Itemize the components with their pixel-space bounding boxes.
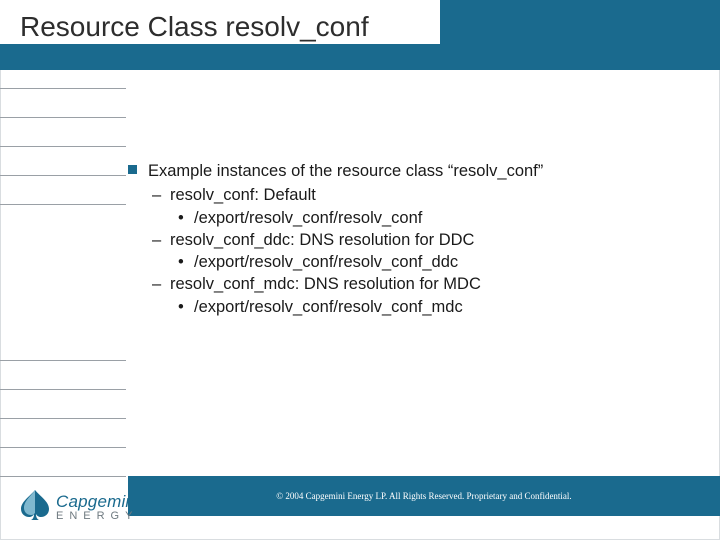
brand-name: Capgemini bbox=[56, 493, 139, 510]
slide: Resource Class resolv_conf Example insta… bbox=[0, 0, 720, 540]
item-label: resolv_conf: Default bbox=[170, 186, 316, 204]
item-label: resolv_conf_ddc: DNS resolution for DDC bbox=[170, 231, 474, 249]
spade-icon bbox=[18, 488, 52, 522]
item-path: /export/resolv_conf/resolv_conf bbox=[194, 209, 422, 227]
footer-band: © 2004 Capgemini Energy LP. All Rights R… bbox=[128, 476, 720, 516]
bullet-level-3: /export/resolv_conf/resolv_conf_mdc bbox=[128, 296, 670, 318]
lead-text: Example instances of the resource class … bbox=[148, 162, 543, 180]
square-bullet-icon bbox=[128, 165, 137, 174]
bullet-level-1: Example instances of the resource class … bbox=[128, 160, 670, 182]
decorative-lines-top bbox=[0, 88, 126, 233]
bullet-level-2: resolv_conf_ddc: DNS resolution for DDC bbox=[128, 229, 670, 251]
content-block: Example instances of the resource class … bbox=[128, 160, 670, 318]
brand-division: ENERGY bbox=[56, 511, 139, 522]
slide-title: Resource Class resolv_conf bbox=[18, 10, 373, 43]
item-path: /export/resolv_conf/resolv_conf_mdc bbox=[194, 298, 463, 316]
bullet-level-3: /export/resolv_conf/resolv_conf bbox=[128, 207, 670, 229]
brand-logo: Capgemini ENERGY bbox=[18, 488, 186, 522]
item-path: /export/resolv_conf/resolv_conf_ddc bbox=[194, 253, 458, 271]
footer-copyright: © 2004 Capgemini Energy LP. All Rights R… bbox=[276, 491, 571, 501]
brand-text: Capgemini ENERGY bbox=[56, 493, 139, 522]
item-label: resolv_conf_mdc: DNS resolution for MDC bbox=[170, 275, 481, 293]
bullet-level-2: resolv_conf_mdc: DNS resolution for MDC bbox=[128, 273, 670, 295]
decorative-lines-bottom bbox=[0, 360, 126, 505]
bullet-level-2: resolv_conf: Default bbox=[128, 184, 670, 206]
bullet-level-3: /export/resolv_conf/resolv_conf_ddc bbox=[128, 251, 670, 273]
